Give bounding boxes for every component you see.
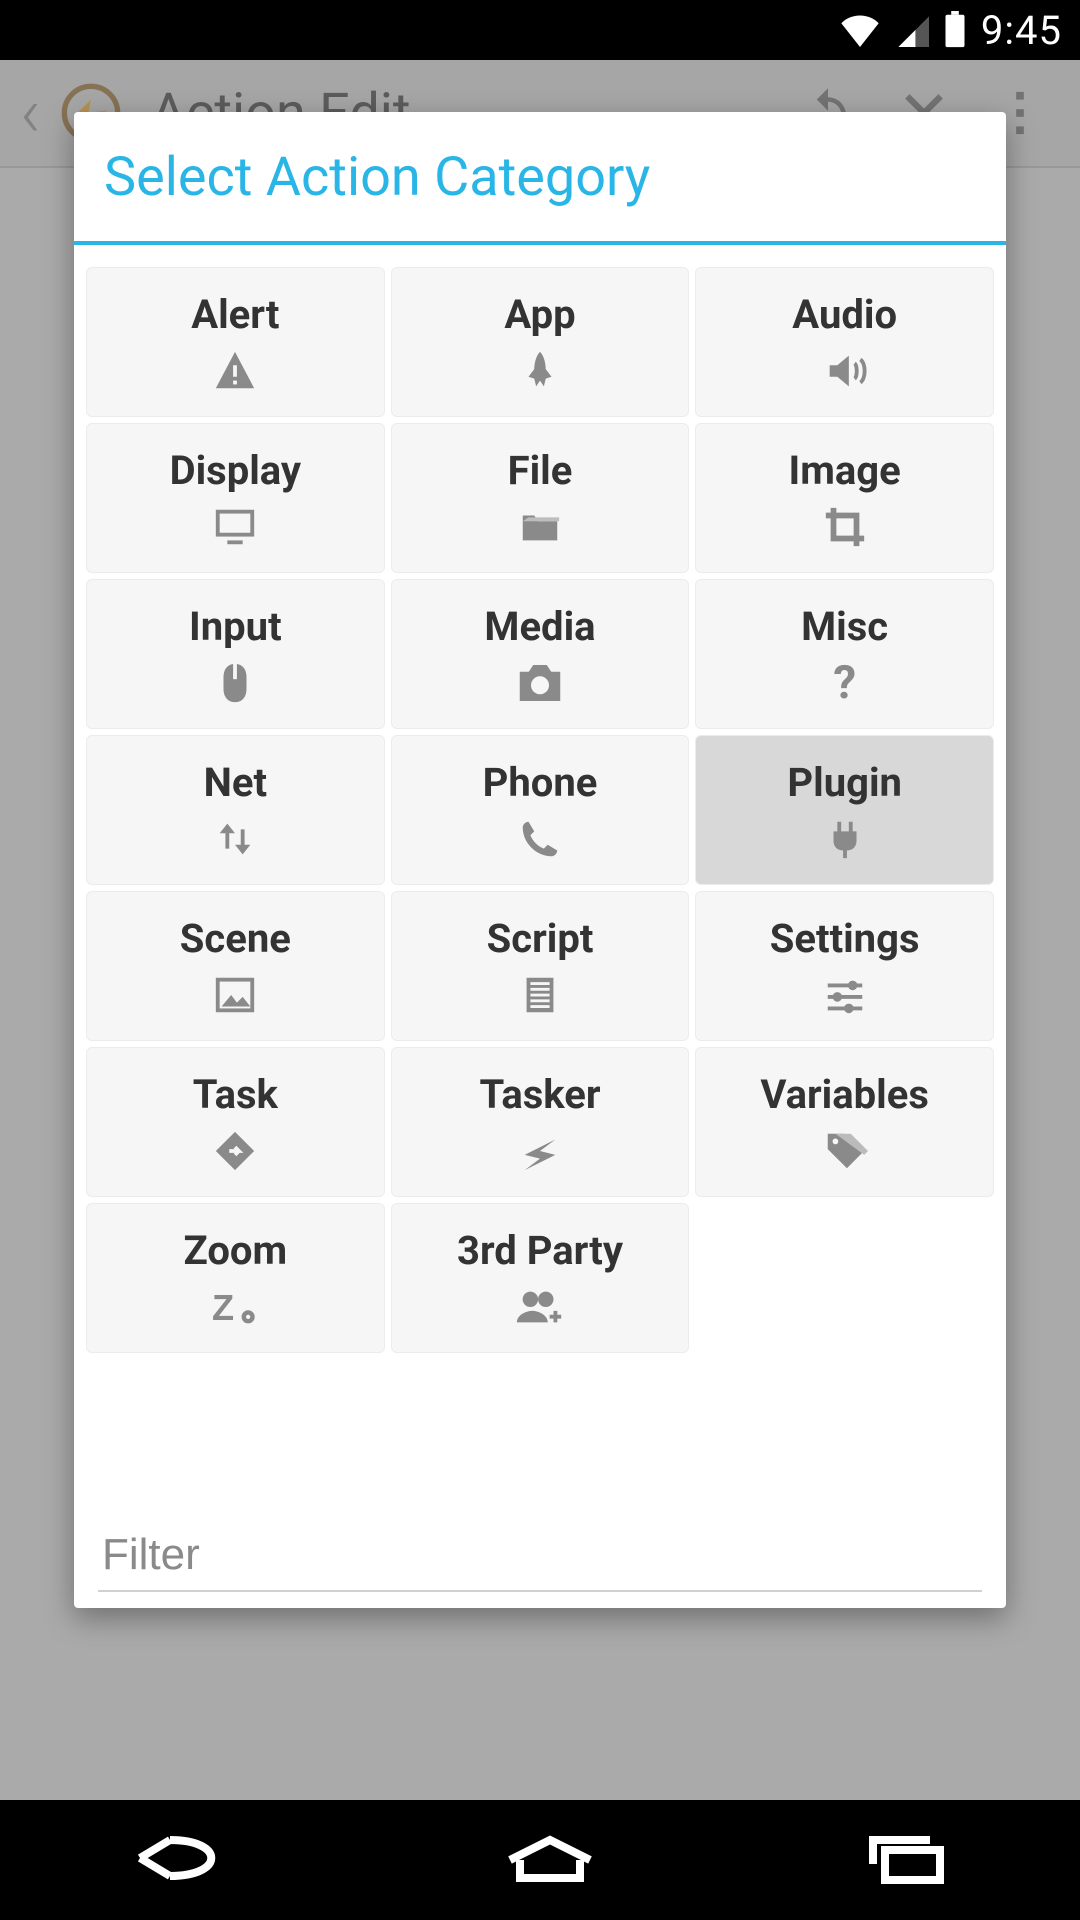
category-task[interactable]: Task	[86, 1047, 385, 1197]
category-net[interactable]: Net	[86, 735, 385, 885]
category-script[interactable]: Script	[391, 891, 690, 1041]
status-clock: 9:45	[981, 7, 1062, 54]
svg-text:Z: Z	[212, 1287, 234, 1328]
category-display[interactable]: Display	[86, 423, 385, 573]
category-image[interactable]: Image	[695, 423, 994, 573]
bolt-icon	[517, 1128, 563, 1174]
wifi-icon	[839, 13, 881, 47]
nav-home-button[interactable]	[495, 1828, 605, 1892]
category-zoom[interactable]: Zoom Z	[86, 1203, 385, 1353]
sliders-icon	[822, 972, 868, 1018]
category-app[interactable]: App	[391, 267, 690, 417]
category-file[interactable]: File	[391, 423, 690, 573]
select-action-category-dialog: Select Action Category Alert App Audio D…	[74, 112, 1006, 1608]
question-icon: ?	[833, 660, 856, 706]
category-label: Image	[789, 447, 901, 494]
category-label: Script	[487, 915, 594, 962]
monitor-icon	[212, 504, 258, 550]
category-settings[interactable]: Settings	[695, 891, 994, 1041]
battery-icon	[943, 11, 967, 49]
picture-icon	[212, 972, 258, 1018]
dialog-title: Select Action Category	[74, 112, 1006, 245]
nav-recent-button[interactable]	[855, 1828, 955, 1892]
category-label: Misc	[801, 603, 888, 650]
category-label: Net	[204, 759, 267, 806]
category-scene[interactable]: Scene	[86, 891, 385, 1041]
category-3rd-party[interactable]: 3rd Party	[391, 1203, 690, 1353]
tags-icon	[822, 1128, 868, 1174]
alert-icon	[212, 348, 258, 394]
category-label: Scene	[180, 915, 291, 962]
category-label: File	[508, 447, 573, 494]
mouse-icon	[212, 660, 258, 706]
camera-icon	[513, 660, 567, 706]
directions-icon	[212, 1128, 258, 1174]
category-audio[interactable]: Audio	[695, 267, 994, 417]
category-grid: Alert App Audio Display File Image	[74, 259, 1006, 1514]
category-label: Alert	[191, 291, 279, 338]
speaker-icon	[822, 348, 868, 394]
category-phone[interactable]: Phone	[391, 735, 690, 885]
category-label: Settings	[770, 915, 920, 962]
plug-icon	[822, 816, 868, 862]
category-variables[interactable]: Variables	[695, 1047, 994, 1197]
category-plugin[interactable]: Plugin	[695, 735, 994, 885]
category-input[interactable]: Input	[86, 579, 385, 729]
category-label: Input	[189, 603, 282, 650]
rocket-icon	[517, 348, 563, 394]
category-alert[interactable]: Alert	[86, 267, 385, 417]
nav-back-button[interactable]	[125, 1828, 245, 1892]
category-label: App	[504, 291, 575, 338]
category-label: Audio	[792, 291, 897, 338]
android-navbar	[0, 1800, 1080, 1920]
category-label: Phone	[483, 759, 598, 806]
updown-icon	[212, 816, 258, 862]
group-add-icon	[513, 1284, 567, 1330]
category-label: Display	[170, 447, 301, 494]
category-misc[interactable]: Misc ?	[695, 579, 994, 729]
cell-signal-icon	[895, 13, 929, 47]
crop-icon	[822, 504, 868, 550]
statusbar: 9:45	[0, 0, 1080, 60]
category-label: Zoom	[183, 1227, 287, 1274]
script-icon	[517, 972, 563, 1018]
category-label: 3rd Party	[457, 1227, 623, 1274]
filter-row	[74, 1514, 1006, 1608]
filter-input[interactable]	[98, 1514, 982, 1592]
category-label: Media	[484, 603, 595, 650]
folder-icon	[517, 504, 563, 550]
category-label: Task	[193, 1071, 278, 1118]
category-media[interactable]: Media	[391, 579, 690, 729]
category-tasker[interactable]: Tasker	[391, 1047, 690, 1197]
category-label: Tasker	[479, 1071, 600, 1118]
phone-icon	[517, 816, 563, 862]
zoom-icon: Z	[212, 1284, 258, 1330]
category-label: Variables	[760, 1071, 929, 1118]
category-label: Plugin	[787, 759, 902, 806]
